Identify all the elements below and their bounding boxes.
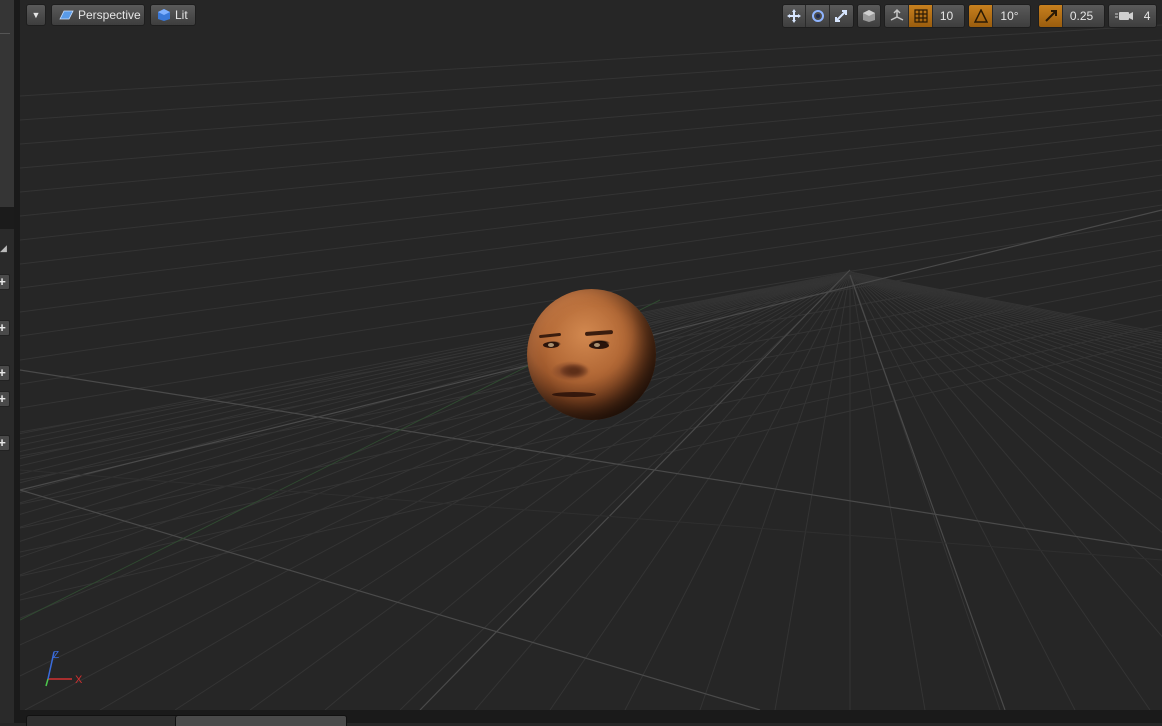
camera-speed-button[interactable]: 4 xyxy=(1109,5,1156,27)
rotate-button[interactable] xyxy=(806,5,830,27)
grid-line xyxy=(20,54,1162,145)
grid-line xyxy=(849,271,1162,387)
grid-line xyxy=(849,271,1162,352)
grid-line xyxy=(849,271,1162,364)
chevron-down-icon: ▼ xyxy=(1080,26,1087,27)
perspective-icon xyxy=(59,10,74,20)
grid-line xyxy=(20,69,1162,169)
coordinate-space-button[interactable] xyxy=(858,5,880,27)
perspective-button[interactable]: Perspective xyxy=(51,4,145,26)
scale-snap-toggle[interactable] xyxy=(1039,5,1063,27)
lit-label: Lit xyxy=(175,8,188,22)
coordinate-space-icon xyxy=(863,10,875,22)
grid-line xyxy=(849,271,1162,356)
grid-line xyxy=(849,271,926,710)
grid-line xyxy=(849,271,1162,360)
grid-snap-icon xyxy=(913,9,928,23)
grid-line xyxy=(849,271,1162,577)
collapse-arrow-icon[interactable]: ◢ xyxy=(0,244,7,253)
grid-line xyxy=(24,271,851,710)
camera-speed-group: 4 xyxy=(1108,4,1157,28)
grid-line xyxy=(849,271,1162,501)
rotation-snap-value[interactable]: 10° ▼ xyxy=(993,5,1030,27)
grid-snap-value-text: 10 xyxy=(939,9,954,23)
add-icon[interactable]: + xyxy=(0,435,10,451)
surface-snap-button[interactable] xyxy=(885,5,909,27)
transform-mode-group xyxy=(782,4,854,28)
grid-line xyxy=(849,271,1162,395)
grid-line xyxy=(849,271,1162,403)
add-icon[interactable]: + xyxy=(0,391,10,407)
grid-line xyxy=(849,271,1162,380)
scale-snap-value[interactable]: 0.25 ▼ xyxy=(1063,5,1104,27)
grid-line xyxy=(849,271,1162,374)
axis-x-label: X xyxy=(75,674,83,686)
grid-line xyxy=(849,271,1162,336)
grid-snap-value[interactable]: 10 ▼ xyxy=(933,5,964,27)
details-panel-edge: ◢ + + + + + xyxy=(0,0,15,723)
perspective-label: Perspective xyxy=(78,8,141,22)
view-mode-button[interactable]: Lit xyxy=(150,4,196,26)
grid-line xyxy=(849,271,1162,533)
rotation-snap-value-text: 10° xyxy=(1000,9,1019,23)
panel-header-band xyxy=(0,207,14,229)
sphere-shading xyxy=(527,289,656,420)
add-icon[interactable]: + xyxy=(0,320,10,336)
grid-line xyxy=(849,271,1162,346)
dropdown-arrow-icon: ▼ xyxy=(31,10,41,20)
translate-icon xyxy=(787,9,802,23)
scale-snap-group: 0.25 ▼ xyxy=(1038,4,1105,28)
scale-snap-value-text: 0.25 xyxy=(1069,9,1094,23)
grid-line xyxy=(849,271,1162,476)
panel-separator xyxy=(0,33,10,34)
grid-line xyxy=(849,271,1162,334)
axis-z-label: Z xyxy=(53,650,59,661)
tab-compiler-results[interactable] xyxy=(26,715,190,726)
grid-line xyxy=(849,271,1162,338)
chevron-down-icon: ▼ xyxy=(945,26,952,27)
chevron-down-icon: ▼ xyxy=(1008,26,1015,27)
panel-body xyxy=(0,229,14,723)
grid-line xyxy=(20,144,1162,289)
level-viewport[interactable]: ▼ Perspective Lit 10 10° 0.25 4 X Z xyxy=(20,0,1162,710)
grid-line xyxy=(20,39,1162,121)
rotation-snap-icon xyxy=(973,9,988,23)
grid-snap-group: 10 ▼ xyxy=(884,4,965,28)
scale-button[interactable] xyxy=(829,5,853,27)
lit-cube-icon xyxy=(158,9,170,21)
textured-sphere-mesh[interactable] xyxy=(527,289,656,420)
translate-button[interactable] xyxy=(783,5,807,27)
scale-snap-icon xyxy=(1044,10,1057,22)
rotation-snap-group: 10° ▼ xyxy=(968,4,1031,28)
grid-line xyxy=(849,271,1162,369)
surface-snap-icon xyxy=(890,8,903,21)
grid-line xyxy=(849,271,1162,425)
grid-line xyxy=(849,271,1162,413)
camera-speed-icon xyxy=(1114,12,1133,20)
grid-line xyxy=(20,129,1162,265)
grid-line xyxy=(849,271,1162,638)
axis-gizmo: X Z xyxy=(45,650,83,687)
viewport-options-button[interactable]: ▼ xyxy=(26,4,46,26)
camera-speed-value: 4 xyxy=(1143,9,1151,23)
grid-line xyxy=(20,114,1162,241)
grid-line xyxy=(849,271,1162,439)
tab-find-results[interactable] xyxy=(175,715,347,726)
add-icon[interactable]: + xyxy=(0,274,10,290)
grid-line xyxy=(849,271,1162,455)
grid-line xyxy=(849,271,1162,343)
grid-line xyxy=(20,99,1162,217)
grid-snap-toggle[interactable] xyxy=(909,5,933,27)
rotation-snap-toggle[interactable] xyxy=(969,5,993,27)
grid-line xyxy=(849,271,1162,340)
add-icon[interactable]: + xyxy=(0,365,10,381)
grid-line xyxy=(20,24,1162,97)
grid-line xyxy=(849,271,1162,349)
coordinate-space-group xyxy=(857,4,881,28)
scale-icon xyxy=(835,10,848,22)
grid-line xyxy=(20,84,1162,193)
rotate-icon xyxy=(811,10,824,22)
